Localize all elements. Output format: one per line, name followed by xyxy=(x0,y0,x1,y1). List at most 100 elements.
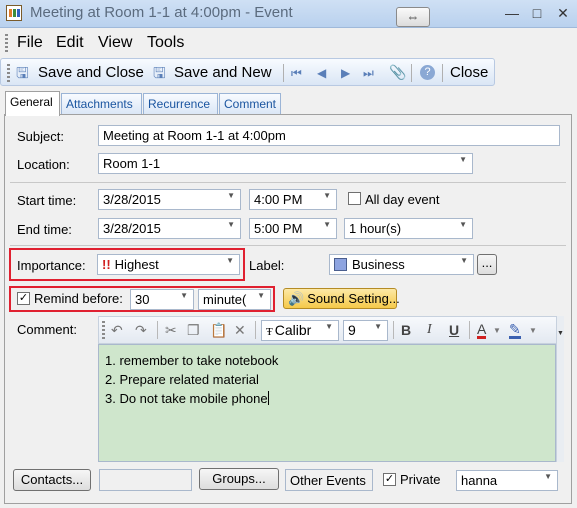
comment-textarea[interactable]: 1. remember to take notebook 2. Prepare … xyxy=(98,344,556,462)
chevron-down-icon[interactable]: ▼ xyxy=(226,256,234,265)
delete-icon[interactable]: ✕ xyxy=(234,322,246,339)
font-combo[interactable]: Ŧ Calibr ▼ xyxy=(261,320,339,341)
close-button[interactable]: Close xyxy=(450,64,488,81)
menu-view[interactable]: View xyxy=(98,34,132,52)
help-icon[interactable]: ? xyxy=(420,65,435,80)
chevron-down-icon[interactable]: ▼ xyxy=(544,472,552,481)
next-record-icon[interactable]: ▶ xyxy=(341,66,350,80)
all-day-label: All day event xyxy=(365,192,440,207)
all-day-checkbox[interactable] xyxy=(348,192,361,205)
subject-input[interactable]: Meeting at Room 1-1 at 4:00pm xyxy=(98,125,560,146)
toolbar-separator xyxy=(442,64,443,82)
remind-checkbox[interactable]: ✓ xyxy=(17,292,30,305)
tab-recurrence[interactable]: Recurrence xyxy=(143,93,218,114)
bold-button[interactable]: B xyxy=(401,322,411,338)
start-time-combo[interactable]: 4:00 PM ▼ xyxy=(249,189,337,210)
title-bar: Meeting at Room 1-1 at 4:00pm - Event ⇔ … xyxy=(0,0,577,28)
tab-comment[interactable]: Comment xyxy=(219,93,281,114)
menu-edit[interactable]: Edit xyxy=(56,34,84,52)
menu-file[interactable]: File xyxy=(17,34,43,52)
other-events-field[interactable]: Other Events xyxy=(285,469,373,491)
end-date-combo[interactable]: 3/28/2015 ▼ xyxy=(98,218,241,239)
editor-toolbar: ↶ ↷ ✂ ❐ 📋 ✕ Ŧ Calibr ▼ 9 ▼ B I U A ▼ ✎ ▼ xyxy=(98,316,564,344)
label-combo[interactable]: Business ▼ xyxy=(329,254,474,275)
first-record-icon[interactable]: ⏮ xyxy=(291,66,302,81)
close-window-button[interactable]: ✕ xyxy=(551,2,575,24)
editor-separator xyxy=(393,321,394,339)
window-title: Meeting at Room 1-1 at 4:00pm - Event xyxy=(30,4,293,21)
chevron-down-icon[interactable]: ▼ xyxy=(323,191,331,200)
undo-icon[interactable]: ↶ xyxy=(111,322,123,339)
chevron-down-icon[interactable]: ▼ xyxy=(227,220,235,229)
toolbar-separator xyxy=(283,64,284,82)
label-more-button[interactable]: ... xyxy=(477,254,497,275)
groups-button[interactable]: Groups... xyxy=(199,468,279,490)
maximize-button[interactable]: □ xyxy=(525,2,549,24)
duration-value: 1 hour(s) xyxy=(349,221,402,236)
contacts-field[interactable] xyxy=(99,469,192,491)
location-label: Location: xyxy=(17,157,70,172)
cut-icon[interactable]: ✂ xyxy=(165,322,177,339)
toolbar-grip[interactable] xyxy=(7,64,10,82)
chevron-down-icon[interactable]: ▼ xyxy=(374,322,382,331)
chevron-down-icon[interactable]: ▼ xyxy=(529,326,537,335)
font-color-button[interactable]: A xyxy=(477,322,487,339)
underline-button[interactable]: U xyxy=(449,322,459,338)
italic-button[interactable]: I xyxy=(427,322,432,338)
subject-label: Subject: xyxy=(17,129,64,144)
duration-combo[interactable]: 1 hour(s) ▼ xyxy=(344,218,473,239)
editor-toolbar-grip[interactable] xyxy=(102,321,105,339)
save-close-button[interactable]: Save and Close xyxy=(38,64,144,81)
remind-label: Remind before: xyxy=(34,291,123,306)
start-date-combo[interactable]: 3/28/2015 ▼ xyxy=(98,189,241,210)
comment-line-2: 2. Prepare related material xyxy=(105,372,259,387)
chevron-down-icon[interactable]: ▼ xyxy=(557,330,564,337)
save-new-icon: 🖫 xyxy=(153,65,166,82)
divider xyxy=(10,182,566,183)
app-icon xyxy=(6,5,22,21)
menu-tools[interactable]: Tools xyxy=(147,34,184,52)
chevron-down-icon[interactable]: ▼ xyxy=(227,191,235,200)
chevron-down-icon[interactable]: ▼ xyxy=(180,291,188,300)
redo-icon[interactable]: ↷ xyxy=(135,322,147,339)
chevron-down-icon[interactable]: ▼ xyxy=(459,220,467,229)
swap-icon[interactable]: ⇔ xyxy=(396,7,430,27)
private-label: Private xyxy=(400,472,441,487)
tab-general[interactable]: General xyxy=(5,91,60,116)
owner-combo[interactable]: hanna ▼ xyxy=(456,470,558,491)
font-size-value: 9 xyxy=(348,322,356,338)
paste-icon[interactable]: 📋 xyxy=(210,322,227,339)
private-checkbox[interactable]: ✓ xyxy=(383,473,396,486)
location-combo[interactable]: Room 1-1 ▼ xyxy=(98,153,473,174)
importance-combo[interactable]: !! Highest ▼ xyxy=(97,254,240,275)
font-size-combo[interactable]: 9 ▼ xyxy=(343,320,388,341)
minimize-button[interactable]: — xyxy=(500,2,524,24)
chevron-down-icon[interactable]: ▼ xyxy=(460,256,468,265)
editor-separator xyxy=(469,321,470,339)
contacts-button[interactable]: Contacts... xyxy=(13,469,91,491)
tab-attachments[interactable]: Attachments xyxy=(61,93,142,114)
sound-setting-button[interactable]: 🔊 Sound Setting... xyxy=(283,288,400,309)
editor-overflow[interactable]: ▼ xyxy=(556,316,564,462)
save-new-button[interactable]: Save and New xyxy=(174,64,272,81)
menu-grip[interactable] xyxy=(5,34,8,52)
copy-icon[interactable]: ❐ xyxy=(187,322,200,339)
previous-record-icon[interactable]: ◀ xyxy=(317,66,326,80)
end-time-label: End time: xyxy=(17,222,72,237)
highlight-pen-icon[interactable]: ✎ xyxy=(509,322,521,339)
attachment-icon[interactable]: 📎 xyxy=(389,64,406,81)
start-date-value: 3/28/2015 xyxy=(103,192,161,207)
exclamation-icon: !! xyxy=(102,257,111,272)
remind-unit-combo[interactable]: minute( ▼ xyxy=(198,289,271,310)
end-time-combo[interactable]: 5:00 PM ▼ xyxy=(249,218,337,239)
importance-label: Importance: xyxy=(17,258,86,273)
last-record-icon[interactable]: ⏭ xyxy=(363,66,374,81)
chevron-down-icon[interactable]: ▼ xyxy=(325,322,333,331)
chevron-down-icon[interactable]: ▼ xyxy=(257,291,265,300)
chevron-down-icon[interactable]: ▼ xyxy=(323,220,331,229)
chevron-down-icon[interactable]: ▼ xyxy=(459,155,467,164)
editor-separator xyxy=(157,321,158,339)
remind-value-combo[interactable]: 30 ▼ xyxy=(130,289,194,310)
importance-value: Highest xyxy=(114,257,159,272)
chevron-down-icon[interactable]: ▼ xyxy=(493,326,501,335)
